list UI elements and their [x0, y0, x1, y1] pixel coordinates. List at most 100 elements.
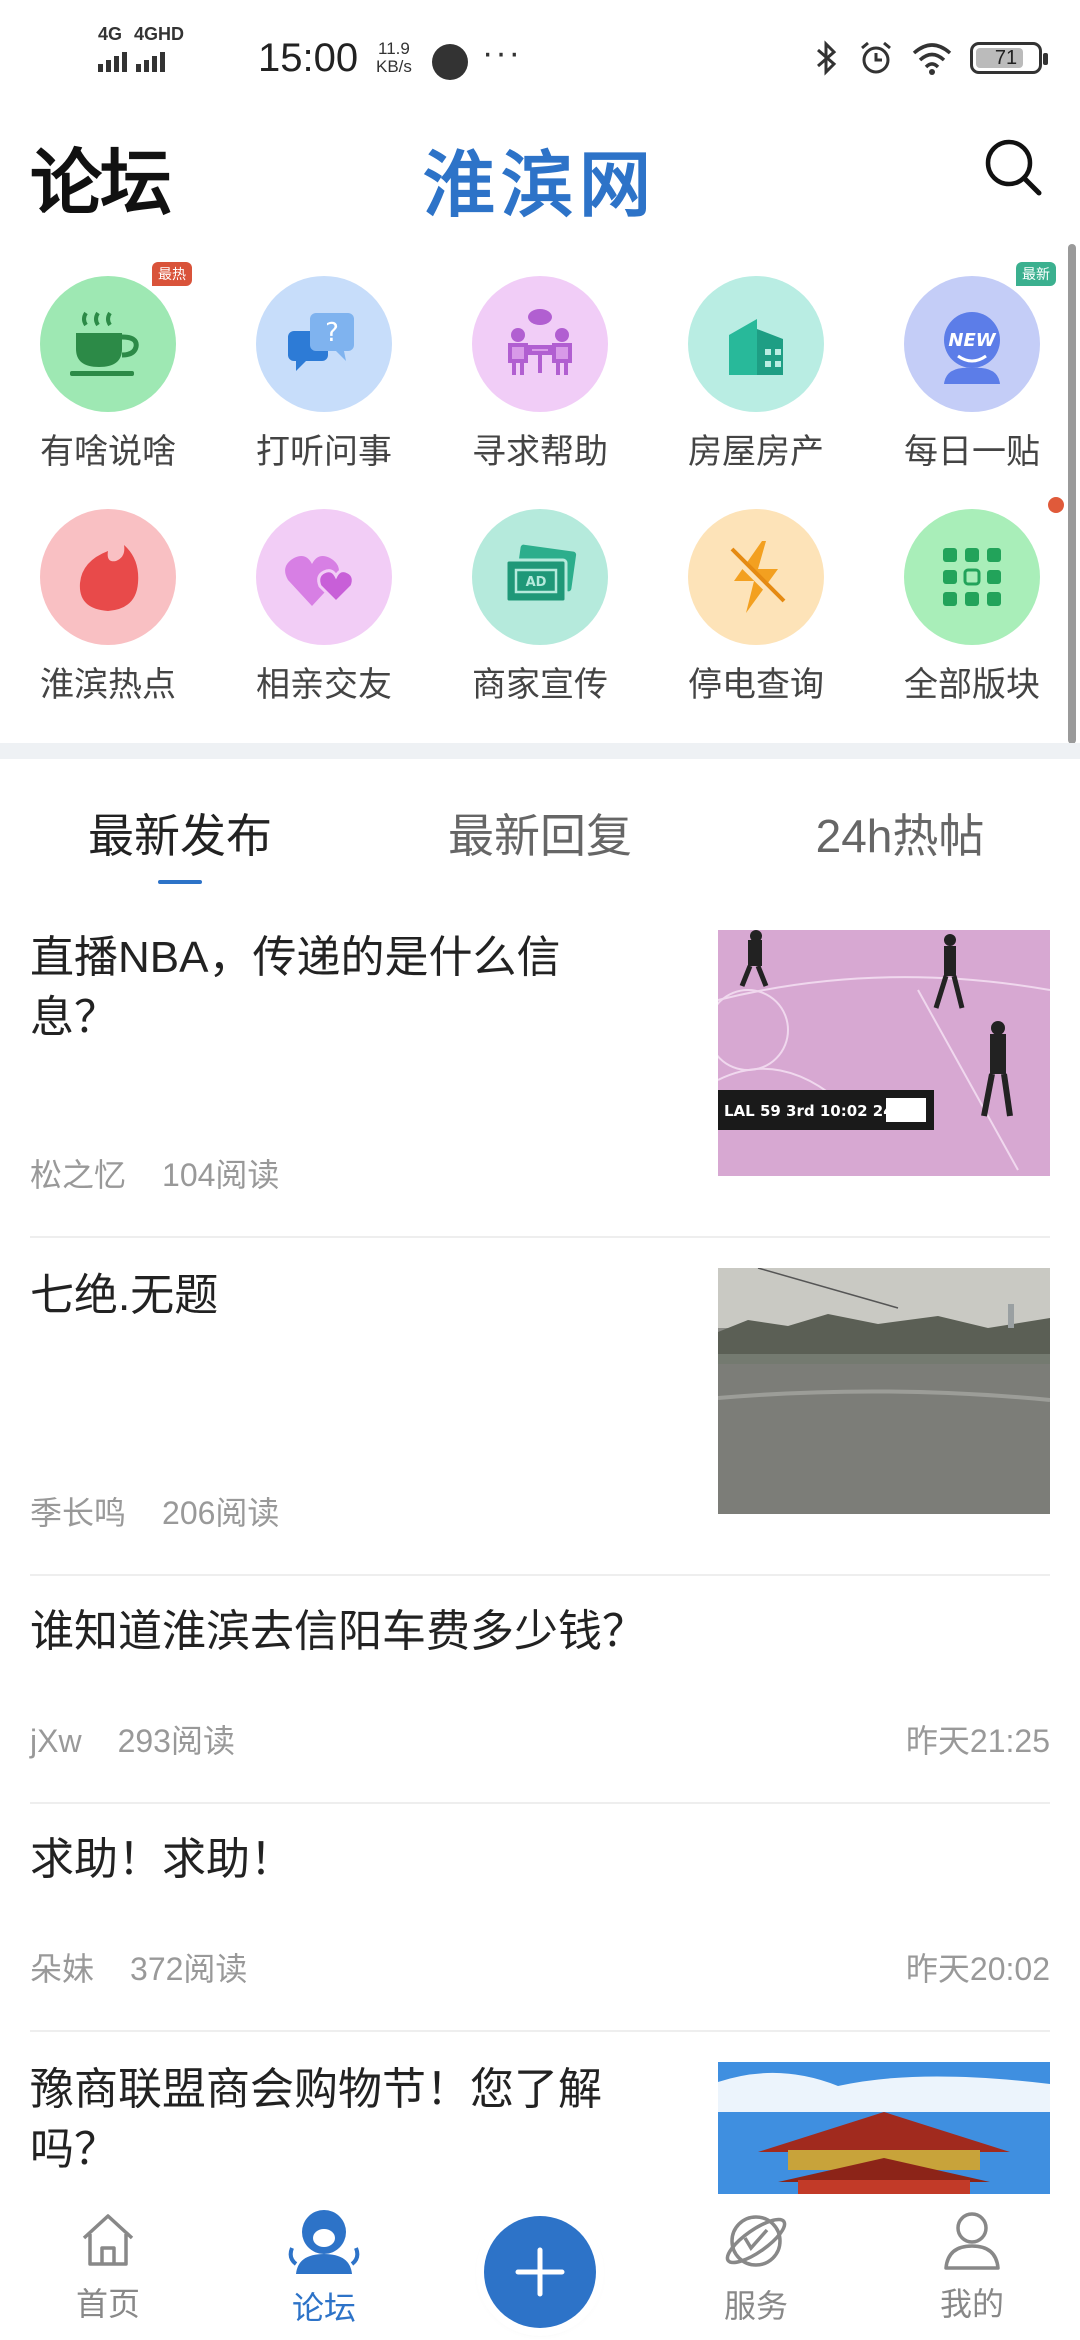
post-thumbnail: LAL 59 3rd 10:02 24: [718, 930, 1050, 1176]
nav-post[interactable]: [432, 2194, 648, 2340]
category-all[interactable]: 全部版块: [864, 497, 1080, 730]
category-label: 相亲交友: [256, 666, 392, 704]
category-grid: 最热 有啥说啥 ? 打听问事 寻求帮助 房屋房产 NEW 最新 每日一贴 淮滨热…: [0, 262, 1080, 730]
post-meta: 朵妹 372阅读: [30, 1944, 247, 1990]
signal-icon-2: [136, 52, 165, 72]
add-post-button[interactable]: [484, 2216, 596, 2328]
status-icons: 71: [814, 40, 1048, 76]
post-item[interactable]: 谁知道淮滨去信阳车费多少钱？ jXw 293阅读 昨天21:25: [30, 1576, 1050, 1804]
network-speed: 11.9 KB/s: [376, 40, 412, 76]
hearts-icon: [256, 509, 392, 645]
score-overlay-text: LAL 59 3rd 10:02 24: [724, 1102, 894, 1120]
building-icon: [688, 276, 824, 412]
plus-icon: [515, 2247, 565, 2297]
category-label: 房屋房产: [688, 433, 824, 471]
clock-time: 15:00: [258, 36, 359, 80]
svg-text:?: ?: [325, 318, 339, 348]
post-title: 七绝.无题: [30, 1271, 219, 1320]
post-read-count: 206阅读: [162, 1495, 280, 1531]
network-4ghd-label: 4GHD: [134, 24, 185, 44]
category-label: 商家宣传: [472, 666, 608, 704]
category-label: 淮滨热点: [40, 666, 176, 704]
chat-question-icon: ?: [256, 276, 392, 412]
post-time: 昨天21:25: [905, 1723, 1050, 1759]
category-label: 每日一贴: [904, 433, 1040, 471]
post-author: jXw: [30, 1723, 82, 1759]
tab-hot-24h[interactable]: 24h热帖: [720, 780, 1080, 890]
post-title: 谁知道淮滨去信阳车费多少钱？: [30, 1607, 646, 1656]
feed-tabs: 最新发布 最新回复 24h热帖: [0, 780, 1080, 890]
category-daily[interactable]: NEW 最新 每日一贴: [864, 262, 1080, 497]
post-item[interactable]: 七绝.无题 季长鸣 206阅读: [30, 1238, 1050, 1576]
category-ask[interactable]: ? 打听问事: [216, 264, 432, 497]
user-icon: [944, 2212, 1000, 2270]
nav-mine[interactable]: 我的: [864, 2194, 1080, 2340]
category-power-outage[interactable]: 停电查询: [648, 497, 864, 730]
category-help[interactable]: 寻求帮助: [432, 264, 648, 497]
notification-dot: [1048, 497, 1064, 513]
nav-service[interactable]: 服务: [648, 2194, 864, 2340]
home-icon: [82, 2214, 134, 2266]
svg-text:AD: AD: [526, 575, 547, 590]
new-robot-icon: NEW: [904, 276, 1040, 412]
coffee-cup-icon: [40, 276, 176, 412]
post-author: 朵妹: [30, 1951, 95, 1987]
meeting-people-icon: [472, 276, 608, 412]
battery-icon: 71: [970, 42, 1048, 74]
battery-level: 71: [994, 46, 1018, 69]
speedometer-icon: [432, 44, 468, 80]
wifi-icon: [912, 43, 952, 75]
search-icon[interactable]: [982, 136, 1044, 198]
category-housing[interactable]: 房屋房产: [648, 264, 864, 497]
category-label: 寻求帮助: [472, 433, 608, 471]
post-read-count: 293阅读: [117, 1723, 235, 1759]
post-author: 松之忆: [30, 1157, 127, 1193]
post-read-count: 104阅读: [162, 1157, 280, 1193]
category-label: 有啥说啥: [40, 433, 176, 471]
post-meta: 季长鸣 206阅读: [30, 1488, 279, 1534]
category-label: 打听问事: [256, 433, 392, 471]
alarm-icon: [861, 41, 891, 74]
post-meta: jXw 293阅读: [30, 1716, 235, 1762]
tab-latest-posts[interactable]: 最新发布: [0, 780, 360, 890]
post-read-count: 372阅读: [130, 1951, 248, 1987]
bluetooth-icon: [817, 40, 837, 76]
post-list: 直播NBA，传递的是什么信息？ 松之忆 104阅读 LAL 59 3rd 10:0…: [30, 900, 1050, 2340]
status-bar: 4G 4GHD 15:00 11.9 KB/s ··· 71: [0, 0, 1080, 100]
nav-home[interactable]: 首页: [0, 2194, 216, 2340]
speed-value: 11.9: [378, 39, 410, 58]
category-label: 全部版块: [904, 666, 1040, 704]
grid-apps-icon: [904, 509, 1040, 645]
category-hot[interactable]: 淮滨热点: [0, 497, 216, 730]
nav-forum-label: 论坛: [291, 2290, 356, 2326]
category-chat[interactable]: 最热 有啥说啥: [0, 262, 216, 497]
no-power-icon: [688, 509, 824, 645]
nav-home-label: 首页: [75, 2286, 140, 2322]
post-title: 求助！求助！: [30, 1835, 294, 1884]
tab-latest-replies[interactable]: 最新回复: [360, 780, 720, 890]
post-meta: 松之忆 104阅读: [30, 1150, 279, 1196]
nav-service-label: 服务: [723, 2288, 788, 2324]
signal-icon: [98, 52, 127, 72]
more-notifications-icon: ···: [482, 34, 522, 72]
category-ads[interactable]: AD 商家宣传: [432, 497, 648, 730]
category-label: 停电查询: [688, 666, 824, 704]
category-row-2: 淮滨热点 相亲交友 AD 商家宣传 停电查询 全部版块: [0, 497, 1080, 730]
post-thumbnail: [718, 1268, 1050, 1514]
post-author: 季长鸣: [30, 1495, 127, 1531]
bottom-navigation: 首页 论坛 服务 我的: [0, 2194, 1080, 2340]
network-4g-label: 4G: [98, 24, 123, 44]
section-divider: [0, 743, 1080, 759]
post-item[interactable]: 直播NBA，传递的是什么信息？ 松之忆 104阅读 LAL 59 3rd 10:0…: [30, 900, 1050, 1238]
post-title: 直播NBA，传递的是什么信息？: [30, 933, 561, 1042]
post-item[interactable]: 求助！求助！ 朵妹 372阅读 昨天20:02: [30, 1804, 1050, 2032]
nav-forum[interactable]: 论坛: [216, 2194, 432, 2340]
category-dating[interactable]: 相亲交友: [216, 497, 432, 730]
planet-icon: [725, 2215, 787, 2267]
app-header: 论坛 淮滨网: [0, 100, 1080, 230]
category-row-1: 最热 有啥说啥 ? 打听问事 寻求帮助 房屋房产 NEW 最新 每日一贴: [0, 262, 1080, 497]
svg-text:NEW: NEW: [948, 330, 996, 351]
hot-badge: 最热: [152, 262, 192, 286]
ad-card-icon: AD: [472, 509, 608, 645]
post-time: 昨天20:02: [905, 1951, 1050, 1987]
